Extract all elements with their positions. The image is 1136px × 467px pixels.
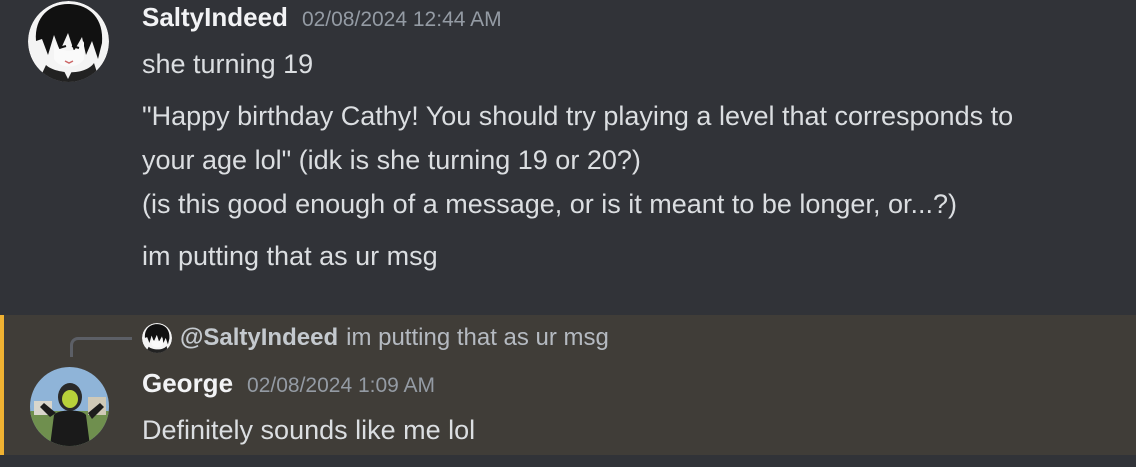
message-text: im putting that as ur msg <box>142 241 438 271</box>
message-text: your age lol" (idk is she turning 19 or … <box>142 145 641 175</box>
reply-reference[interactable]: @SaltyIndeed im putting that as ur msg <box>142 321 609 355</box>
photo-avatar-icon <box>30 367 109 446</box>
message-header: SaltyIndeed 02/08/2024 12:44 AM <box>142 2 502 33</box>
message-group-saltyindeed: SaltyIndeed 02/08/2024 12:44 AM she turni… <box>0 0 1136 300</box>
anime-avatar-icon <box>28 1 109 82</box>
avatar[interactable] <box>28 1 109 82</box>
reply-preview-text: im putting that as ur msg <box>346 324 609 351</box>
anime-avatar-icon <box>142 323 172 353</box>
username[interactable]: George <box>142 368 233 398</box>
reply-spine <box>70 337 132 357</box>
reply-mention[interactable]: @SaltyIndeed <box>180 324 338 352</box>
username[interactable]: SaltyIndeed <box>142 2 288 32</box>
message-text: (is this good enough of a message, or is… <box>142 189 957 219</box>
avatar[interactable] <box>30 367 109 446</box>
message-header: George 02/08/2024 1:09 AM <box>142 368 435 399</box>
timestamp: 02/08/2024 12:44 AM <box>301 8 502 31</box>
message-group-george: @SaltyIndeed im putting that as ur msg G… <box>0 315 1136 455</box>
timestamp: 02/08/2024 1:09 AM <box>247 374 436 397</box>
message-text: Definitely sounds like me lol <box>142 415 476 445</box>
reply-avatar <box>142 323 172 353</box>
message-text: she turning 19 <box>142 49 314 79</box>
message-text: "Happy birthday Cathy! You should try pl… <box>142 101 1014 131</box>
